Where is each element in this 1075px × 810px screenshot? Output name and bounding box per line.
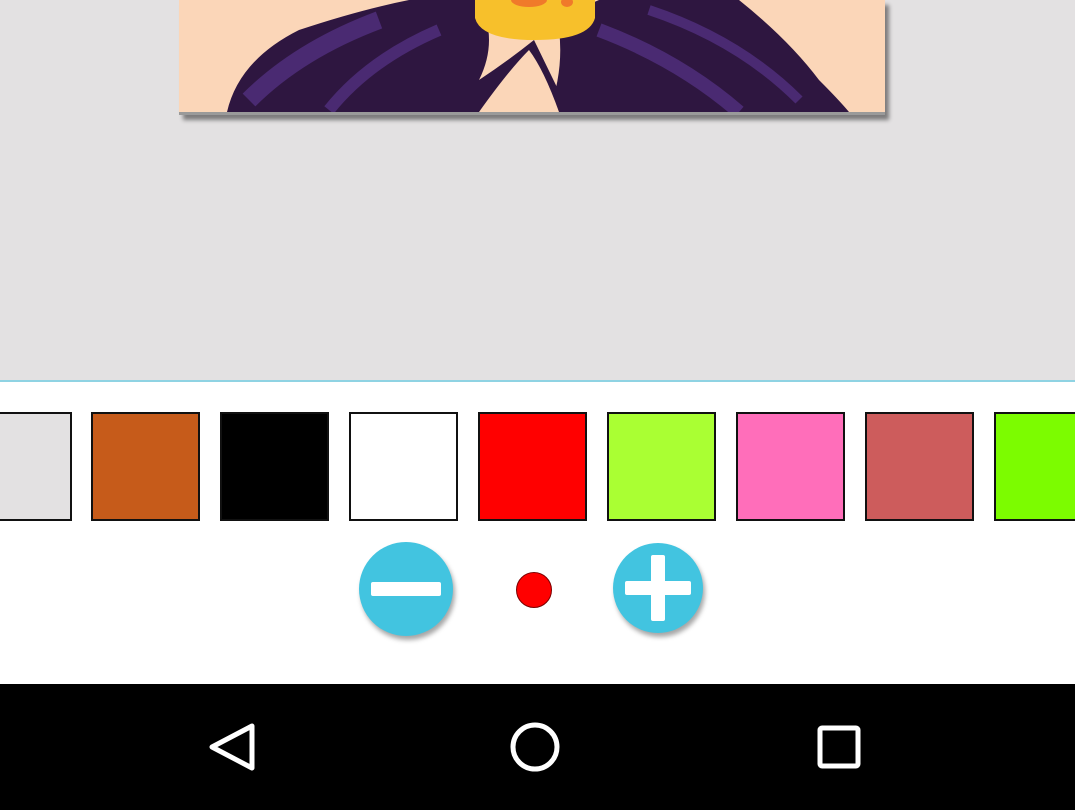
- color-swatch[interactable]: [91, 412, 200, 521]
- recents-button[interactable]: [779, 684, 899, 810]
- back-triangle-icon: [209, 723, 255, 771]
- back-button[interactable]: [175, 684, 295, 810]
- increase-brush-size-button[interactable]: [613, 543, 703, 633]
- brush-size-preview: [516, 572, 552, 608]
- color-swatch[interactable]: [220, 412, 329, 521]
- character-illustration[interactable]: [179, 0, 885, 115]
- home-button[interactable]: [475, 684, 595, 810]
- color-swatch[interactable]: [349, 412, 458, 521]
- coloring-page-image[interactable]: [179, 0, 885, 115]
- recents-square-icon: [817, 725, 861, 769]
- plus-icon: [625, 555, 691, 621]
- minus-icon: [371, 582, 441, 596]
- color-swatch[interactable]: [994, 412, 1075, 521]
- color-swatch[interactable]: [736, 412, 845, 521]
- color-swatch[interactable]: [478, 412, 587, 521]
- color-swatch[interactable]: [0, 412, 72, 521]
- drawing-canvas-area[interactable]: [0, 0, 1075, 381]
- system-navigation-bar: [0, 684, 1075, 810]
- color-swatch[interactable]: [865, 412, 974, 521]
- tool-panel: [0, 382, 1075, 684]
- home-circle-icon: [510, 722, 560, 772]
- decrease-brush-size-button[interactable]: [359, 542, 453, 636]
- color-swatch[interactable]: [607, 412, 716, 521]
- page-bottom-edge: [179, 112, 885, 115]
